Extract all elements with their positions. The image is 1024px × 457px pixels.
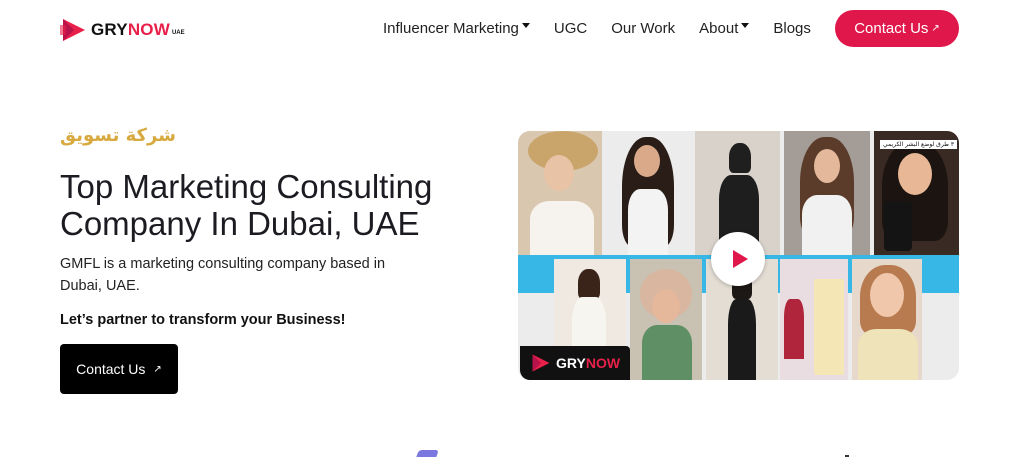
logo-text: GRYNOW	[91, 20, 170, 39]
hero-title: Top Marketing Consulting Company In Duba…	[60, 168, 433, 242]
video-watermark-logo: GRYNOW	[520, 346, 630, 380]
video-thumbnail	[518, 131, 602, 255]
video-caption: ٣ طرق لوضع البشر الكريمي	[880, 140, 958, 149]
arabic-tagline: شركة تسويق	[60, 125, 176, 146]
nav-label: Influencer Marketing	[383, 20, 519, 37]
video-thumbnail	[606, 131, 691, 255]
logo-suffix: UAE	[171, 30, 185, 36]
decorative-shape	[415, 450, 439, 457]
video-thumbnail	[630, 259, 702, 380]
caret-down-icon	[741, 23, 750, 28]
nav-item-influencer-marketing[interactable]: Influencer Marketing	[383, 20, 530, 37]
caret-down-icon	[521, 23, 530, 28]
hero-description: GMFL is a marketing consulting company b…	[60, 256, 386, 294]
contact-label: Contact Us	[76, 361, 146, 377]
video-logo-text: GRYNOW	[556, 355, 621, 371]
contact-label: Contact Us	[854, 20, 929, 37]
contact-us-button-header[interactable]: Contact Us ↗	[835, 10, 959, 47]
site-header: GRYNOW UAE Influencer Marketing UGC Our …	[0, 0, 1024, 60]
arrow-up-right-icon: ↗	[931, 23, 940, 34]
nav-label: Our Work	[611, 20, 676, 37]
nav-label: Blogs	[773, 20, 811, 37]
nav-item-ugc[interactable]: UGC	[554, 20, 587, 37]
play-button[interactable]	[711, 232, 765, 286]
nav-item-about[interactable]: About	[699, 20, 750, 37]
hero-cta-text: Let’s partner to transform your Business…	[60, 312, 346, 328]
play-logo-icon	[60, 17, 88, 43]
play-icon	[732, 250, 748, 268]
video-thumbnail	[784, 131, 870, 255]
video-thumbnail	[852, 259, 922, 380]
nav-label: UGC	[553, 20, 588, 37]
contact-us-button-hero[interactable]: Contact Us ↗	[60, 344, 178, 394]
nav-item-our-work[interactable]: Our Work	[611, 20, 675, 37]
nav-item-blogs[interactable]: Blogs	[773, 20, 811, 37]
nav-label: About	[699, 20, 739, 37]
arrow-up-right-icon: ↗	[153, 363, 162, 375]
video-thumbnail	[874, 131, 959, 255]
main-nav: Influencer Marketing UGC Our Work About …	[383, 20, 835, 37]
video-thumbnail	[780, 259, 848, 380]
site-logo[interactable]: GRYNOW UAE	[60, 16, 185, 44]
play-logo-icon	[532, 354, 550, 372]
